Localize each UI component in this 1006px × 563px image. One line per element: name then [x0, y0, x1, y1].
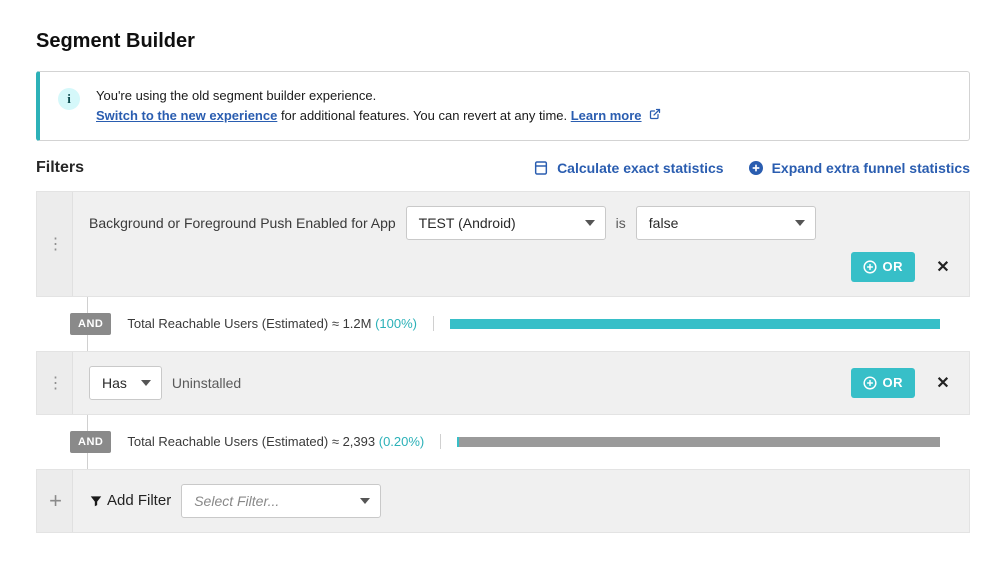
expand-funnel-stats-label: Expand extra funnel statistics: [772, 160, 970, 176]
add-filter-placeholder: Select Filter...: [194, 493, 279, 509]
has-select[interactable]: Has: [89, 366, 162, 400]
filter-2-actions: OR ✕: [851, 368, 954, 398]
plus-circle-icon: [863, 376, 877, 390]
add-filter-row: + Add Filter Select Filter...: [36, 469, 970, 533]
remove-filter-button[interactable]: ✕: [933, 373, 953, 393]
filters-timeline: ⋮ Background or Foreground Push Enabled …: [36, 191, 970, 533]
reach-prefix: Total Reachable Users (Estimated) ≈: [127, 434, 342, 449]
app-select-value: TEST (Android): [419, 215, 516, 231]
value-select[interactable]: false: [636, 206, 816, 240]
info-icon: i: [58, 88, 80, 110]
reach-value: 1.2M: [343, 316, 372, 331]
and-chip: AND: [70, 431, 111, 453]
drag-handle-icon[interactable]: ⋮: [37, 352, 73, 414]
uninstalled-label: Uninstalled: [172, 375, 241, 391]
reach-prefix: Total Reachable Users (Estimated) ≈: [127, 316, 342, 331]
plus-circle-icon: [863, 260, 877, 274]
reach-text-1: Total Reachable Users (Estimated) ≈ 1.2M…: [127, 316, 434, 331]
chevron-down-icon: [141, 380, 151, 386]
filter-1-condition: Background or Foreground Push Enabled fo…: [89, 206, 953, 240]
has-select-value: Has: [102, 375, 127, 391]
reach-pct: (0.20%): [379, 434, 425, 449]
plus-circle-icon: [748, 160, 764, 176]
drag-handle-icon[interactable]: ⋮: [37, 192, 73, 296]
add-filter-select[interactable]: Select Filter...: [181, 484, 381, 518]
calculate-stats-link[interactable]: Calculate exact statistics: [533, 160, 724, 176]
expand-funnel-stats-link[interactable]: Expand extra funnel statistics: [748, 160, 970, 176]
and-row-1: AND Total Reachable Users (Estimated) ≈ …: [36, 297, 970, 351]
add-filter-text: Add Filter: [107, 492, 171, 509]
chevron-down-icon: [795, 220, 805, 226]
or-button[interactable]: OR: [851, 252, 916, 282]
and-row-2: AND Total Reachable Users (Estimated) ≈ …: [36, 415, 970, 469]
is-word: is: [616, 215, 626, 231]
or-button-label: OR: [883, 375, 904, 390]
filters-header: Filters Calculate exact statistics Expan…: [36, 159, 970, 177]
reach-text-2: Total Reachable Users (Estimated) ≈ 2,39…: [127, 434, 441, 449]
reach-bar-2: [457, 437, 970, 447]
notice-tail: for additional features. You can revert …: [277, 108, 570, 123]
or-button[interactable]: OR: [851, 368, 916, 398]
reach-value: 2,393: [343, 434, 376, 449]
switch-experience-link[interactable]: Switch to the new experience: [96, 108, 277, 123]
value-select-value: false: [649, 215, 679, 231]
old-experience-notice: i You're using the old segment builder e…: [36, 71, 970, 141]
external-link-icon: [649, 106, 661, 126]
or-button-label: OR: [883, 259, 904, 274]
notice-line1: You're using the old segment builder exp…: [96, 88, 376, 103]
filter-1-actions: OR ✕: [89, 252, 953, 282]
add-filter-label: Add Filter: [89, 492, 171, 509]
filter-row-2: ⋮ Has Uninstalled OR ✕: [36, 351, 970, 415]
page-title: Segment Builder: [36, 30, 970, 53]
funnel-icon: [89, 494, 103, 508]
calculator-icon: [533, 160, 549, 176]
notice-message: You're using the old segment builder exp…: [96, 86, 661, 126]
and-chip: AND: [70, 313, 111, 335]
learn-more-link[interactable]: Learn more: [571, 108, 642, 123]
chevron-down-icon: [585, 220, 595, 226]
reach-pct: (100%): [375, 316, 417, 331]
filters-title: Filters: [36, 159, 84, 177]
remove-filter-button[interactable]: ✕: [933, 257, 953, 277]
reach-bar-1: [450, 319, 970, 329]
filter-row-1: ⋮ Background or Foreground Push Enabled …: [36, 191, 970, 297]
filter-2-condition: Has Uninstalled: [89, 366, 241, 400]
app-select[interactable]: TEST (Android): [406, 206, 606, 240]
filter-1-label: Background or Foreground Push Enabled fo…: [89, 215, 396, 231]
add-filter-plus-icon[interactable]: +: [37, 470, 73, 532]
chevron-down-icon: [360, 498, 370, 504]
stat-links: Calculate exact statistics Expand extra …: [533, 160, 970, 176]
calculate-stats-label: Calculate exact statistics: [557, 160, 724, 176]
